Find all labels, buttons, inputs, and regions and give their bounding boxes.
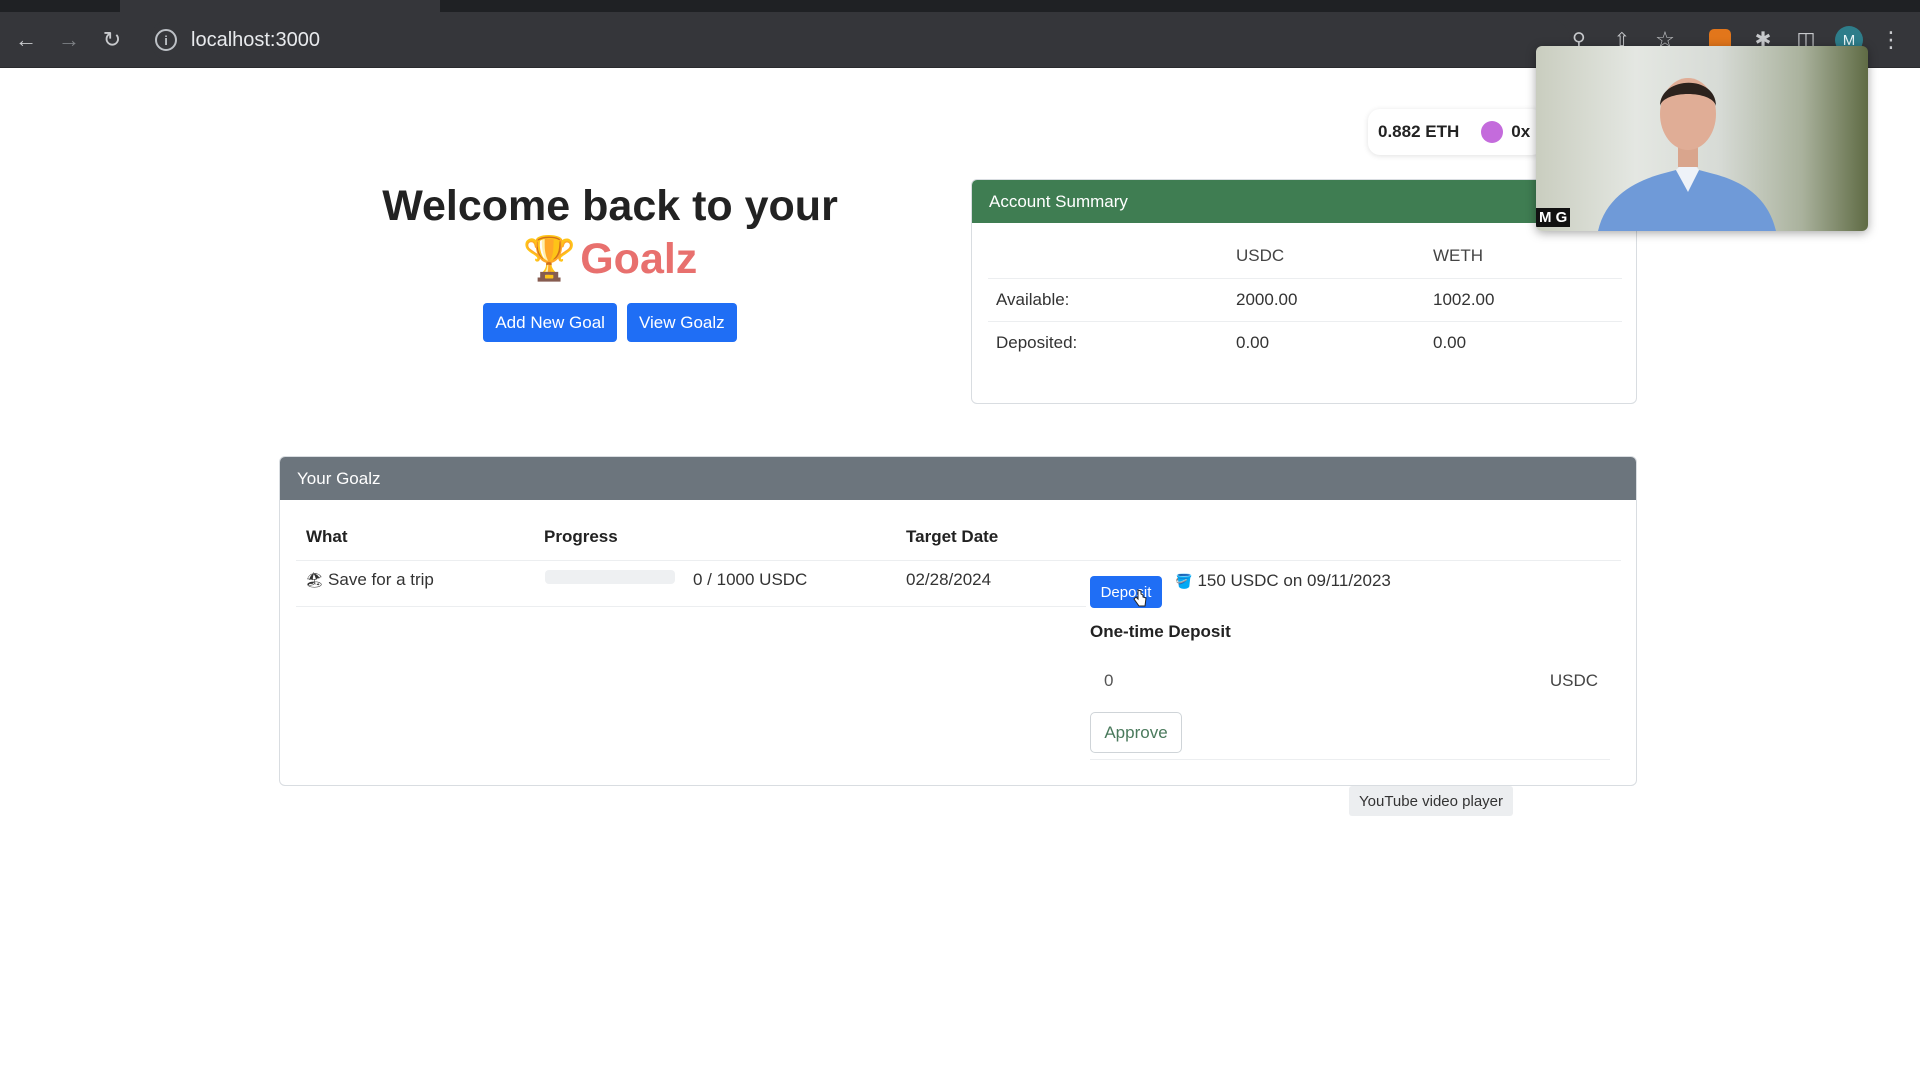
column-header-weth: WETH — [1425, 235, 1622, 279]
goal-name: Save for a trip — [328, 570, 434, 589]
row-label-deposited: Deposited: — [996, 332, 1078, 352]
column-header-blank — [988, 235, 1228, 279]
table-row: Deposited: 0.00 0.00 — [988, 321, 1622, 364]
table-header-row: USDC WETH — [988, 235, 1622, 279]
row-label-available: Available: — [988, 278, 1228, 322]
deposited-weth: 0.00 — [1433, 332, 1467, 352]
bucket-icon: 🪣 — [1175, 573, 1193, 589]
site-info-icon[interactable]: i — [155, 29, 177, 51]
address-bar[interactable]: i localhost:3000 — [150, 19, 1570, 61]
recurring-deposit-info: 🪣 150 USDC on 09/11/2023 — [1175, 571, 1391, 591]
presenter-video-frame — [1598, 78, 1776, 231]
kebab-menu-icon[interactable]: ⋮ — [1877, 26, 1905, 54]
webcam-name-tag: M G — [1536, 208, 1571, 227]
goal-name-cell[interactable]: 🏖 Save for a trip — [305, 570, 434, 590]
table-divider — [296, 560, 1621, 561]
column-header-usdc: USDC — [1228, 235, 1425, 279]
eth-balance: 0.882 ETH — [1378, 122, 1460, 141]
brand-name: Goalz — [580, 235, 698, 283]
available-usdc: 2000.00 — [1228, 278, 1425, 322]
forward-arrow-icon[interactable]: → — [55, 26, 83, 54]
your-goalz-card: Your Goalz What Progress Target Date 🏖 Sa… — [279, 456, 1637, 786]
goal-target-date: 02/28/2024 — [906, 570, 992, 589]
table-divider — [296, 606, 1086, 607]
tab-strip — [0, 0, 1920, 12]
address-url[interactable]: localhost:3000 — [191, 29, 320, 52]
goal-progress-text: 0 / 1000 USDC — [693, 570, 808, 589]
wallet-connect-button[interactable]: 0.882 ETH 0x — [1368, 109, 1545, 155]
hero-section: Welcome back to your 🏆Goalz Add New Goal… — [330, 179, 890, 342]
one-time-deposit-label: One-time Deposit — [1090, 622, 1231, 641]
column-header-target-date: Target Date — [906, 527, 999, 546]
table-row: Available: 2000.00 1002.00 — [988, 278, 1622, 322]
table-divider — [1090, 759, 1610, 760]
available-weth: 1002.00 — [1425, 278, 1622, 322]
account-summary-table: USDC WETH Available: 2000.00 1002.00 Dep… — [988, 235, 1622, 364]
beach-umbrella-icon: 🏖 — [305, 572, 325, 589]
brand-heading: 🏆Goalz — [330, 233, 890, 285]
back-arrow-icon[interactable]: ← — [12, 26, 40, 54]
browser-tab[interactable] — [120, 0, 440, 12]
approve-button[interactable]: Approve — [1090, 712, 1182, 753]
view-goalz-button[interactable]: View Goalz — [626, 303, 737, 342]
deposited-usdc: 0.00 — [1236, 332, 1270, 352]
webcam-overlay: M G — [1536, 46, 1868, 231]
column-header-progress: Progress — [544, 527, 618, 546]
goal-progress-bar — [545, 570, 675, 584]
welcome-heading: Welcome back to your — [382, 182, 838, 230]
deposit-button[interactable]: Deposit — [1090, 576, 1162, 608]
column-header-what: What — [306, 527, 348, 546]
wallet-avatar-icon — [1481, 121, 1504, 143]
wallet-address: 0x — [1511, 122, 1531, 141]
deposit-unit-label: USDC — [1549, 671, 1598, 690]
trophy-icon: 🏆 — [522, 235, 577, 283]
add-new-goal-button[interactable]: Add New Goal — [483, 303, 617, 342]
reload-icon[interactable]: ↻ — [98, 26, 126, 54]
youtube-player-tooltip: YouTube video player — [1349, 786, 1513, 816]
deposit-amount-input[interactable] — [1090, 671, 1450, 691]
recurring-deposit-text: 150 USDC on 09/11/2023 — [1197, 571, 1391, 590]
your-goalz-header: Your Goalz — [280, 457, 1636, 500]
one-time-deposit-field: USDC — [1090, 661, 1620, 701]
hand-cursor-icon — [1133, 589, 1147, 607]
